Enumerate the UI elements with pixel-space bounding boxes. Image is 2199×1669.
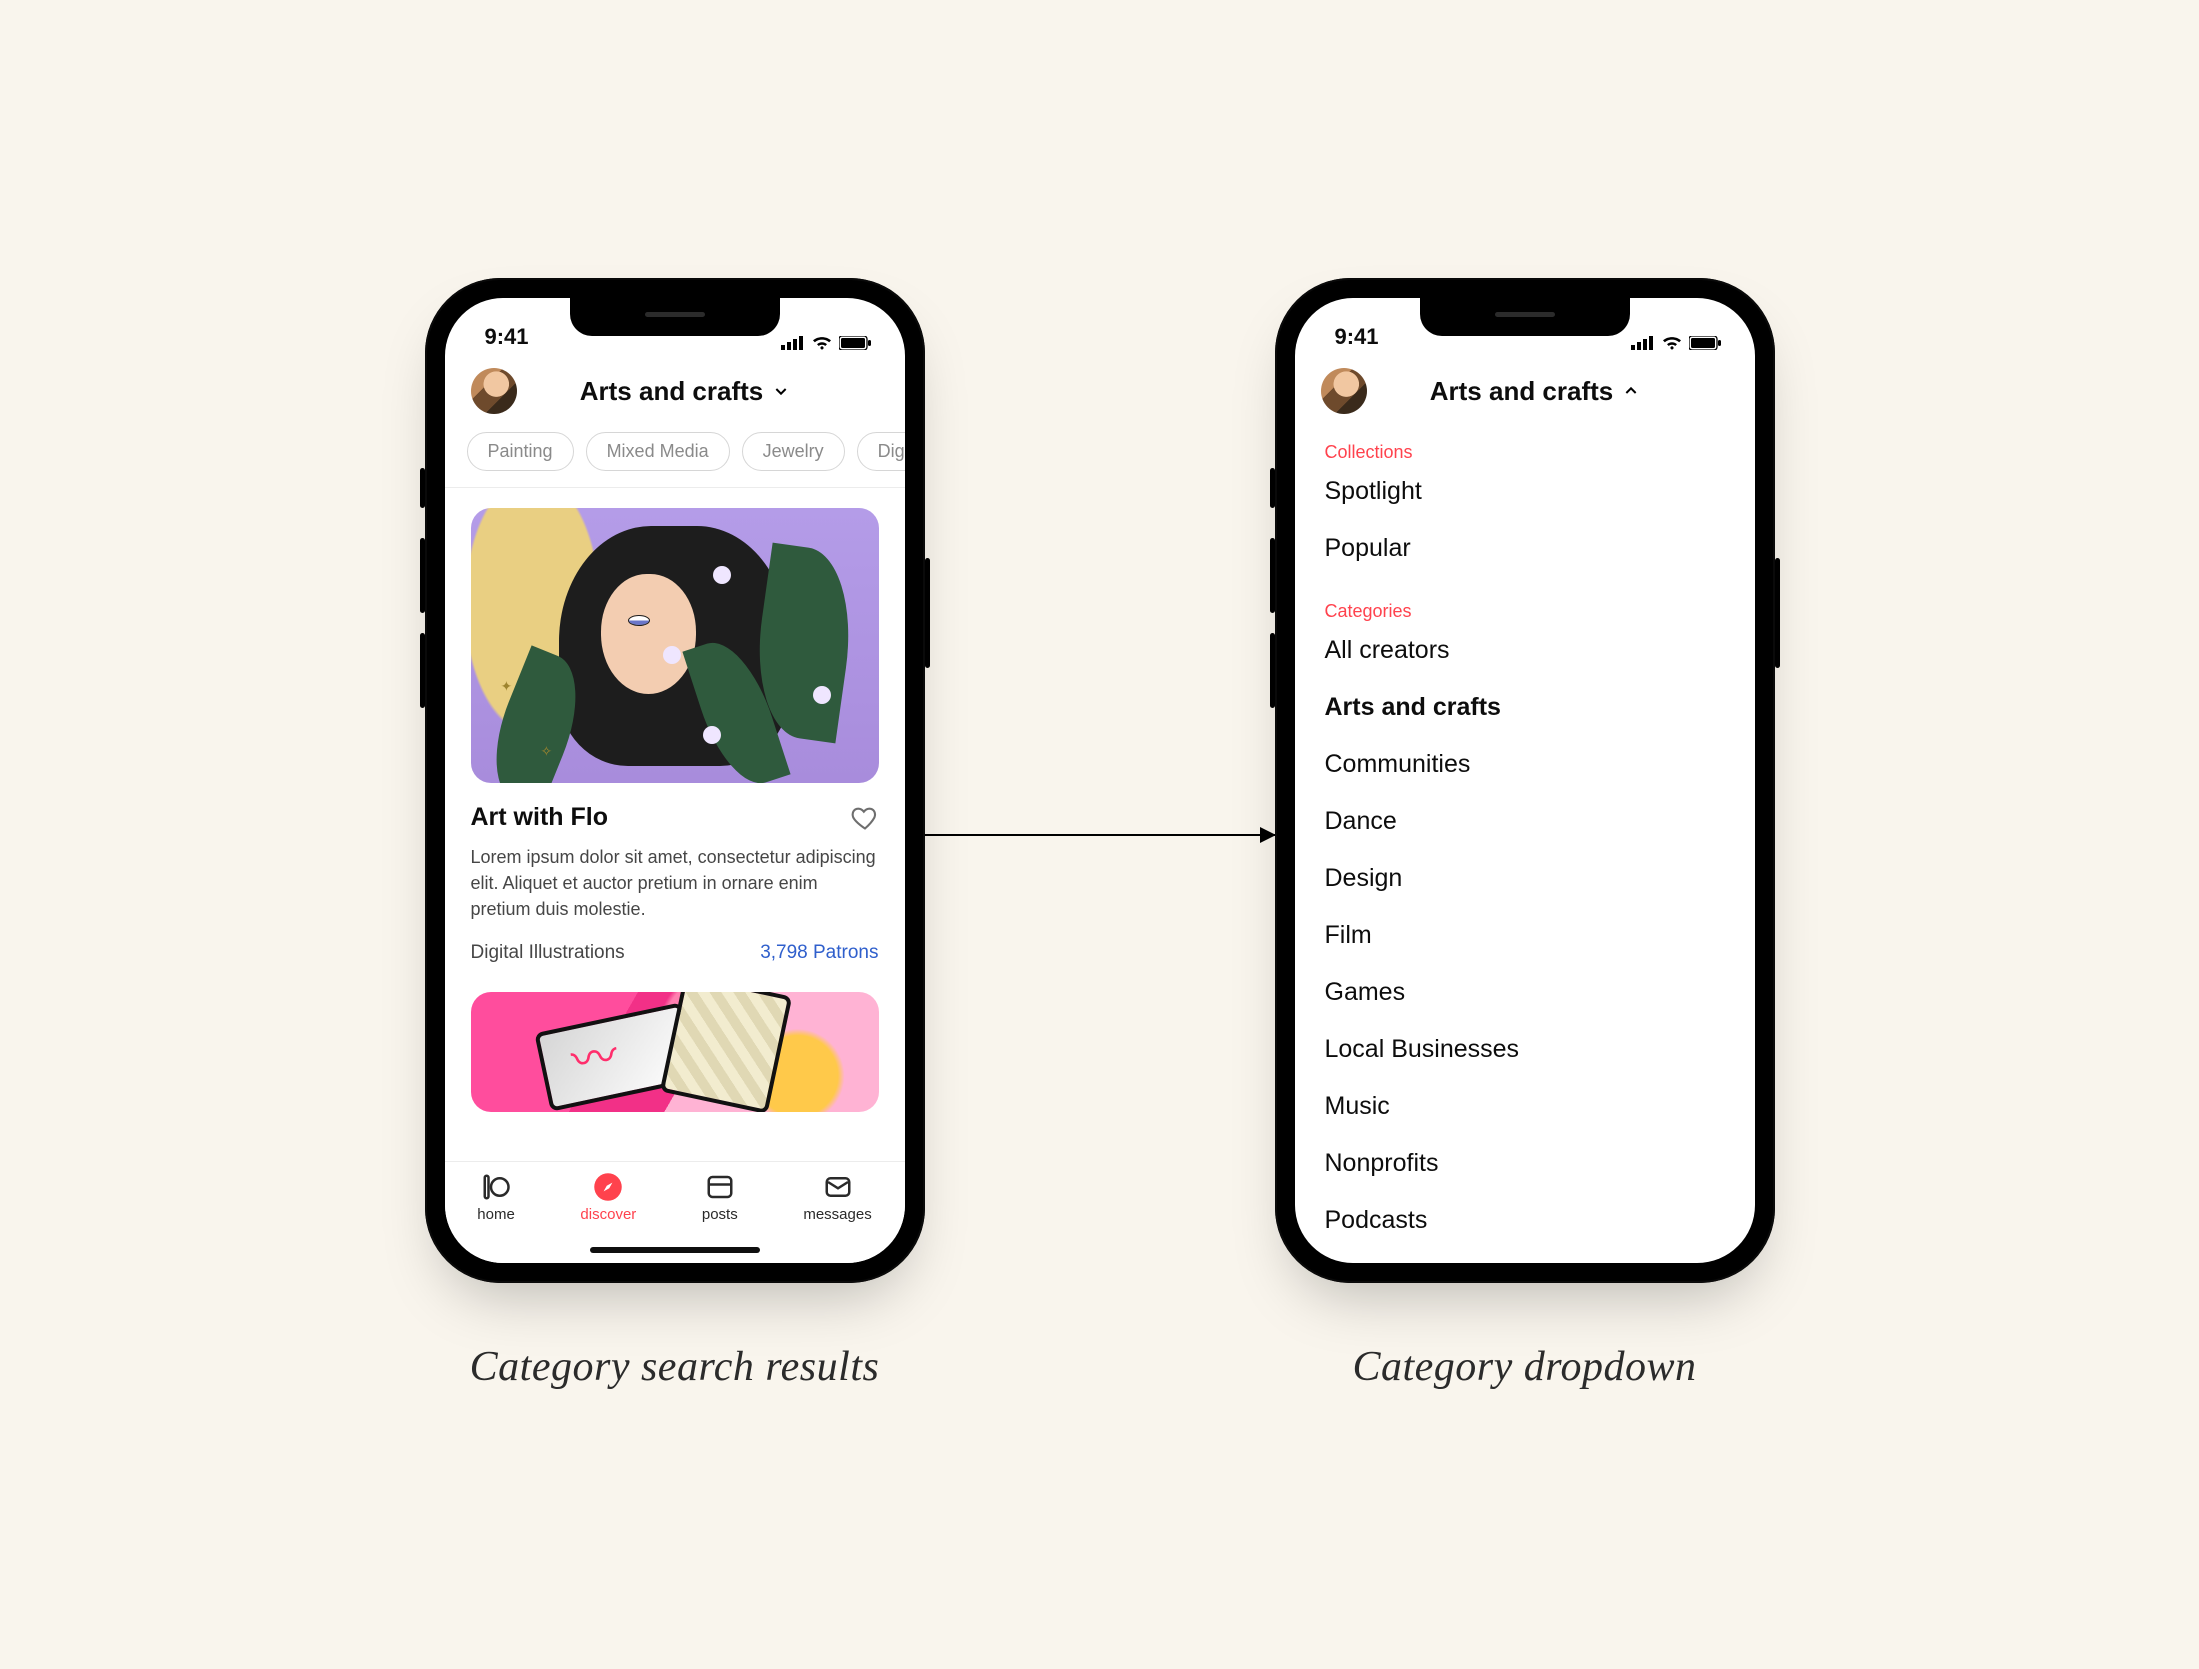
phone-frame: 9:41 Arts and crafts Painting [425,278,925,1283]
tab-label: home [477,1206,515,1223]
power-button [1775,558,1780,668]
menu-item-games[interactable]: Games [1325,978,1725,1007]
home-icon [481,1172,511,1202]
volume-up [420,538,425,613]
category-dropdown-trigger[interactable]: Arts and crafts [1387,376,1729,407]
chip-digital-illustration[interactable]: Digital Illu [857,432,905,471]
menu-item-local-businesses[interactable]: Local Businesses [1325,1035,1725,1064]
battery-icon [839,336,871,350]
transition-arrow-icon [925,834,1275,836]
status-icons [781,336,871,350]
menu-item-podcasts[interactable]: Podcasts [1325,1206,1725,1235]
volume-down [1270,633,1275,708]
menu-item-design[interactable]: Design [1325,864,1725,893]
chip-painting[interactable]: Painting [467,432,574,471]
creator-cover-image: 〰︎ [471,992,879,1112]
menu-item-music[interactable]: Music [1325,1092,1725,1121]
screen: 9:41 Arts and crafts Painting [445,298,905,1263]
avatar[interactable] [471,368,517,414]
tab-home[interactable]: home [477,1172,515,1223]
mute-switch [420,468,425,508]
chip-jewelry[interactable]: Jewelry [742,432,845,471]
battery-icon [1689,336,1721,350]
home-indicator[interactable] [590,1247,760,1253]
menu-item-spotlight[interactable]: Spotlight [1325,477,1725,506]
tab-bar: home discover posts messages [445,1161,905,1263]
page-title: Arts and crafts [580,376,764,407]
wifi-icon [1661,336,1683,350]
posts-icon [705,1172,735,1202]
menu-section-categories: Categories [1325,601,1725,622]
favorite-button[interactable] [851,804,879,832]
phone-mockup-right: 9:41 Arts and crafts Collections [1275,278,1775,1391]
creator-category: Digital Illustrations [471,942,625,964]
mail-icon [823,1172,853,1202]
tab-posts[interactable]: posts [702,1172,738,1223]
tab-label: messages [803,1206,871,1223]
tab-messages[interactable]: messages [803,1172,871,1223]
creator-card[interactable]: ✦✧ Art with Flo Lorem ipsum dolor sit am… [471,508,879,964]
menu-item-film[interactable]: Film [1325,921,1725,950]
tab-label: discover [580,1206,636,1223]
volume-down [420,633,425,708]
chip-mixed-media[interactable]: Mixed Media [586,432,730,471]
creator-cover-image: ✦✧ [471,508,879,783]
status-bar: 9:41 [445,298,905,356]
menu-item-arts-and-crafts[interactable]: Arts and crafts [1325,693,1725,722]
avatar[interactable] [1321,368,1367,414]
menu-item-nonprofits[interactable]: Nonprofits [1325,1149,1725,1178]
menu-section-collections: Collections [1325,442,1725,463]
status-bar: 9:41 [1295,298,1755,356]
page-title: Arts and crafts [1430,376,1614,407]
results-list[interactable]: ✦✧ Art with Flo Lorem ipsum dolor sit am… [445,488,905,1161]
phone-frame: 9:41 Arts and crafts Collections [1275,278,1775,1283]
menu-item-communities[interactable]: Communities [1325,750,1725,779]
subcategory-chips: Painting Mixed Media Jewelry Digital Ill… [445,432,905,487]
category-dropdown-trigger[interactable]: Arts and crafts [537,376,879,407]
power-button [925,558,930,668]
menu-item-popular[interactable]: Popular [1325,534,1725,563]
status-time: 9:41 [485,324,529,350]
menu-item-all-creators[interactable]: All creators [1325,636,1725,665]
page-header: Arts and crafts [1295,356,1755,432]
mockup-caption: Category dropdown [1352,1343,1696,1391]
cellular-icon [781,336,805,350]
mockup-caption: Category search results [470,1343,880,1391]
phone-mockup-left: 9:41 Arts and crafts Painting [425,278,925,1391]
volume-up [1270,538,1275,613]
cellular-icon [1631,336,1655,350]
status-time: 9:41 [1335,324,1379,350]
wifi-icon [811,336,833,350]
creator-description: Lorem ipsum dolor sit amet, consectetur … [471,844,879,922]
category-dropdown-menu: Collections Spotlight Popular Categories… [1295,432,1755,1263]
screen: 9:41 Arts and crafts Collections [1295,298,1755,1263]
tab-label: posts [702,1206,738,1223]
tab-discover[interactable]: discover [580,1172,636,1223]
creator-patron-count: 3,798 Patrons [760,942,878,964]
creator-name: Art with Flo [471,803,608,832]
chevron-up-icon [1623,383,1639,399]
creator-card[interactable]: 〰︎ [471,992,879,1112]
chevron-down-icon [773,383,789,399]
compass-icon [593,1172,623,1202]
status-icons [1631,336,1721,350]
page-header: Arts and crafts [445,356,905,432]
menu-item-dance[interactable]: Dance [1325,807,1725,836]
mute-switch [1270,468,1275,508]
